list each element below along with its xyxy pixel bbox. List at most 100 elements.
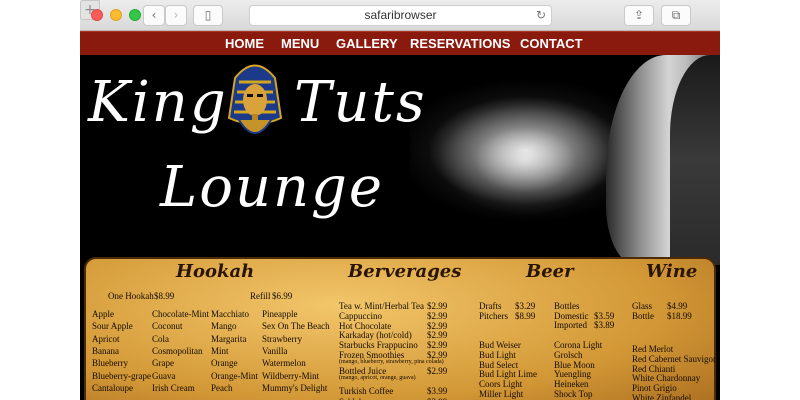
beverage-price: $2.99 [427,330,448,341]
reload-icon[interactable]: ↻ [536,6,546,25]
wine-price: $4.99 [667,301,688,311]
wine-item: White Zinfandel [632,393,692,400]
nav-reservations-link[interactable]: RESERVATIONS [410,36,510,51]
hookah-flavor-item: Apricot [92,333,120,344]
beer-item: Yuengling [554,369,591,380]
wine-item: Red Merlot [632,344,674,354]
wine-item: White Chardonnay [632,373,701,384]
hookah-flavor-item: Mint [211,345,229,356]
beer-item: Coors Light [479,379,523,390]
beverage-price: $2.99 [427,301,448,311]
close-window-button[interactable] [91,9,103,21]
forward-button[interactable]: › [165,5,187,26]
pharaoh-mask-icon [227,64,283,134]
hookah-flavor-item: Guava [152,370,176,381]
beer-draft-name: Pitchers [479,311,508,321]
nav-home-link[interactable]: HOME [225,36,264,51]
hookah-flavor-item: Blueberry-grape [92,370,151,381]
beer-bottle-name: Bottles [554,301,580,311]
hookah-flavor-item: Mummy's Delight [262,382,328,393]
beverage-price: $2.99 [427,365,448,376]
hookah-flavor-item: Cosmopolitan [152,345,203,356]
beverage-note: (mango, blueberry, strawberry, pina cola… [339,358,444,365]
nav-menu-link[interactable]: MENU [281,36,319,51]
hookah-flavor-item: Orange-Mint [211,370,258,381]
browser-window: ‹ › ▯ safaribrowser ↻ ⇪ ⧉ + HOME MENU GA… [80,0,720,400]
beverage-price: $3.99 [427,385,448,396]
hookah-flavor-item: Peach [211,382,233,393]
beverage-price: $2.99 [427,320,448,331]
beverage-price: $2.99 [427,310,448,321]
beer-item: Bud Light [479,349,516,360]
wine-price-name: Bottle [632,311,654,321]
heading-beverages: Berverages [348,261,462,282]
smoke-image-core [440,105,610,215]
beer-bottle-name: Domestic [554,310,589,321]
beverage-name: Cappuccino [339,310,382,321]
wine-price-name: Glass [632,301,652,311]
chevron-left-icon: ‹ [151,8,157,22]
hookah-flavor-item: Cola [152,333,169,344]
refill-label: Refill [250,291,271,301]
hookah-flavor-item: Strawberry [262,333,302,344]
hair-image [670,55,720,265]
beer-bottle-price: $3.89 [594,320,615,330]
beverage-name: Tea w. Mint/Herbal Tea [339,301,424,311]
hookah-flavor-item: Mango [211,321,237,332]
zoom-window-button[interactable] [129,9,141,21]
hookah-flavor-item: Grape [152,358,174,369]
hookah-flavor-item: Cantaloupe [92,382,133,393]
beer-item: Blue Moon [554,359,595,370]
beer-draft-price: $8.99 [515,311,536,321]
heading-wine: Wine [646,261,698,282]
beer-item: Miller Light [479,389,524,399]
hookah-flavor-item: Apple [92,309,114,319]
browser-toolbar: ‹ › ▯ safaribrowser ↻ ⇪ ⧉ + [80,0,720,31]
beer-draft-name: Drafts [479,301,502,311]
wine-item: Red Cabernet Sauvigon [632,353,718,364]
beer-bottle-price: $3.59 [594,310,615,321]
share-button[interactable]: ⇪ [624,5,654,26]
hookah-flavor-item: Wildberry-Mint [262,370,320,381]
hookah-flavor-item: Irish Cream [152,382,195,393]
nav-gallery-link[interactable]: GALLERY [336,36,398,51]
hookah-flavor-item: Orange [211,358,238,369]
hookah-flavor-item: Pineapple [262,309,298,319]
wine-item: Red Chianti [632,363,676,374]
chevron-right-icon: › [173,8,179,22]
address-text: safaribrowser [364,8,437,22]
hookah-flavor-item: Banana [92,345,119,356]
beverage-name: Turkish Coffee [339,385,394,396]
beverage-note: (mango, apricot, orange, guava) [339,374,416,381]
hookah-flavor-item: Sour Apple [92,321,133,332]
hookah-flavor-item: Macchiato [211,309,249,319]
hookah-flavor-item: Margarita [211,333,247,344]
beer-item: Bud Light Lime [479,369,537,380]
beverage-price: $2.99 [427,340,448,351]
beer-item: Shock Top [554,389,593,399]
hookah-flavor-item: Watermelon [262,358,306,369]
beer-item: Grolsch [554,349,583,360]
menu-board: Hookah Berverages Beer Wine One Hookah $… [84,257,718,400]
address-bar[interactable]: safaribrowser ↻ [249,5,552,26]
beer-item: Corona Light [554,340,603,350]
beer-bottle-name: Imported [554,320,587,330]
tabs-button[interactable]: ⧉ [661,5,691,26]
share-icon: ⇪ [633,8,645,22]
sidebar-button[interactable]: ▯ [193,5,223,26]
logo-text-king: King [88,70,228,135]
beer-draft-price: $3.29 [515,301,536,311]
beverage-name: Hot Chocolate [339,320,392,331]
nav-contact-link[interactable]: CONTACT [520,36,583,51]
wine-item: Pinot Grigio [632,383,677,394]
beer-item: Bud Weiser [479,340,521,350]
refill-price: $6.99 [272,291,293,301]
hookah-flavor-item: Blueberry [92,358,128,369]
wine-price: $18.99 [667,311,692,321]
hookah-flavor-item: Vanilla [262,345,288,356]
back-button[interactable]: ‹ [143,5,165,26]
sidebar-icon: ▯ [204,8,212,22]
minimize-window-button[interactable] [110,9,122,21]
beer-item: Bud Select [479,359,519,370]
beverage-name: Karkaday (hot/cold) [339,330,412,341]
